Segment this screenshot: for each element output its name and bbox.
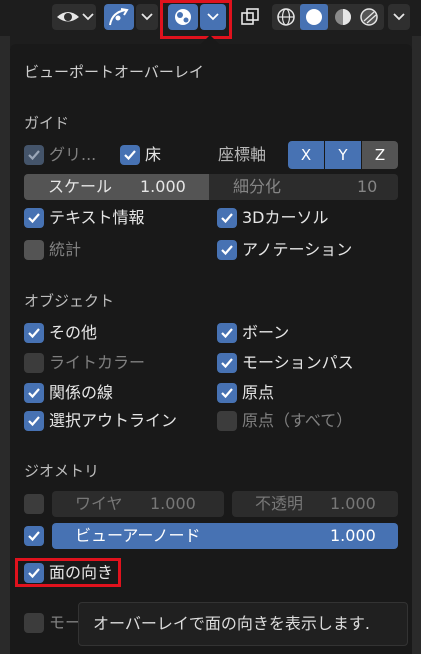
checkmark-icon xyxy=(28,388,40,399)
gizmo-toggle-button[interactable] xyxy=(104,4,134,30)
viewport-header-toolbar xyxy=(0,0,421,39)
rendered-shading-icon[interactable] xyxy=(358,6,380,28)
viewer-node-value: 1.000 xyxy=(330,526,376,545)
chevron-down-icon xyxy=(82,13,94,21)
motion-paths-label: モーションパス xyxy=(242,353,354,372)
origins-all-checkbox[interactable] xyxy=(217,411,237,431)
solid-shading-icon xyxy=(306,9,322,25)
relationship-lines-checkbox[interactable] xyxy=(24,383,44,403)
wireframe-value: 1.000 xyxy=(150,494,196,513)
opacity-label: 不透明 xyxy=(255,494,304,513)
checkmark-icon xyxy=(28,531,40,542)
outline-selected-checkbox[interactable] xyxy=(24,411,44,431)
subdivision-value: 10 xyxy=(357,177,378,196)
annotations-checkbox[interactable] xyxy=(217,240,237,260)
motion-paths-checkbox[interactable] xyxy=(217,353,237,373)
object-visibility-button[interactable] xyxy=(52,4,96,30)
outline-selected-label: 選択アウトライン xyxy=(49,411,178,430)
chevron-down-icon xyxy=(393,13,405,21)
objects-section-header: オブジェクト xyxy=(24,292,115,310)
text-info-checkbox[interactable] xyxy=(24,208,44,228)
checkmark-icon xyxy=(221,328,233,339)
origins-checkbox[interactable] xyxy=(217,383,237,403)
checkmark-icon xyxy=(28,150,40,161)
motion-tracking-checkbox[interactable] xyxy=(24,613,44,633)
grid-checkbox[interactable] xyxy=(24,145,44,165)
axis-y-toggle[interactable]: Y xyxy=(325,141,361,169)
extras-checkbox[interactable] xyxy=(24,323,44,343)
checkmark-icon xyxy=(221,245,233,256)
opacity-value: 1.000 xyxy=(330,494,376,513)
motion-tracking-label: モー xyxy=(49,613,82,632)
bones-checkbox[interactable] xyxy=(217,323,237,343)
viewport-edge-left xyxy=(0,36,10,654)
shading-dropdown-button[interactable] xyxy=(388,4,410,30)
floor-label: 床 xyxy=(145,145,162,164)
statistics-checkbox[interactable] xyxy=(24,240,44,260)
wireframe-checkbox[interactable] xyxy=(24,494,44,514)
relationship-lines-label: 関係の線 xyxy=(49,383,114,402)
chevron-down-icon xyxy=(141,13,153,21)
3d-cursor-label: 3Dカーソル xyxy=(242,208,329,227)
shading-mode-group xyxy=(272,4,384,30)
scale-label: スケール xyxy=(48,177,113,196)
checkmark-icon xyxy=(221,213,233,224)
origins-all-label: 原点（すべて） xyxy=(242,411,353,430)
face-orientation-highlight-frame xyxy=(15,558,121,587)
xray-icon xyxy=(241,8,259,25)
origins-label: 原点 xyxy=(242,383,275,402)
popover-title: ビューポートオーバーレイ xyxy=(24,63,204,81)
bones-label: ボーン xyxy=(242,323,290,342)
overlays-highlight-frame xyxy=(160,0,232,39)
viewport-edge-right xyxy=(412,36,421,654)
text-info-label: テキスト情報 xyxy=(49,208,145,227)
xray-toggle-button[interactable] xyxy=(236,4,264,30)
annotations-label: アノテーション xyxy=(242,240,353,259)
3d-cursor-checkbox[interactable] xyxy=(217,208,237,228)
grid-label: グリ... xyxy=(49,145,97,164)
viewer-node-checkbox[interactable] xyxy=(24,526,44,546)
checkmark-icon xyxy=(28,213,40,224)
checkmark-icon xyxy=(221,358,233,369)
material-preview-shading-icon[interactable] xyxy=(332,6,354,28)
gizmo-icon xyxy=(109,8,129,26)
light-colors-checkbox[interactable] xyxy=(24,353,44,373)
axes-label: 座標軸 xyxy=(218,145,267,164)
gizmo-dropdown-button[interactable] xyxy=(136,4,158,30)
floor-checkbox[interactable] xyxy=(120,145,140,165)
checkmark-icon xyxy=(28,328,40,339)
geometry-section-header: ジオメトリ xyxy=(24,462,100,480)
light-colors-label: ライトカラー xyxy=(49,353,146,372)
eye-icon xyxy=(57,12,79,22)
axis-x-toggle[interactable]: X xyxy=(288,141,324,169)
checkmark-icon xyxy=(124,150,136,161)
guides-section-header: ガイド xyxy=(24,114,70,132)
checkmark-icon xyxy=(221,388,233,399)
viewer-node-label: ビューアーノード xyxy=(75,526,201,545)
subdivision-label: 細分化 xyxy=(233,177,282,196)
solid-shading-button[interactable] xyxy=(300,4,328,30)
statistics-label: 統計 xyxy=(49,240,82,259)
wireframe-shading-icon[interactable] xyxy=(275,6,297,28)
tooltip-text: オーバーレイで面の向きを表示します. xyxy=(93,614,370,633)
checkmark-icon xyxy=(28,416,40,427)
wireframe-label: ワイヤ xyxy=(75,494,123,513)
extras-label: その他 xyxy=(49,323,98,342)
axis-z-toggle[interactable]: Z xyxy=(362,141,398,169)
scale-value: 1.000 xyxy=(140,177,186,196)
